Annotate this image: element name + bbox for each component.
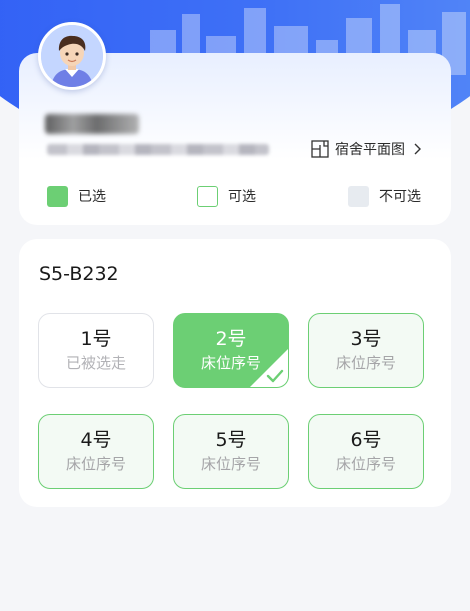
- bed-3[interactable]: 3号 床位序号: [308, 313, 424, 388]
- bed-number: 2号: [215, 328, 247, 350]
- bed-4[interactable]: 4号 床位序号: [38, 414, 154, 489]
- selected-check-icon: [250, 349, 288, 387]
- floorplan-icon: [311, 140, 329, 158]
- bed-number: 5号: [215, 429, 247, 451]
- legend-available-swatch: [197, 185, 218, 207]
- bed-6[interactable]: 6号 床位序号: [308, 414, 424, 489]
- legend-available: 可选: [197, 185, 256, 207]
- bed-2[interactable]: 2号 床位序号: [173, 313, 289, 388]
- bed-5[interactable]: 5号 床位序号: [173, 414, 289, 489]
- bed-1[interactable]: 1号 已被选走: [38, 313, 154, 388]
- legend-available-label: 可选: [228, 189, 256, 205]
- bed-number: 4号: [80, 429, 112, 451]
- room-title: S5-B232: [39, 263, 119, 285]
- legend-unavailable-swatch: [348, 185, 369, 207]
- legend-unavailable-label: 不可选: [379, 189, 421, 205]
- bed-number: 6号: [350, 429, 382, 451]
- legend-selected-label: 已选: [78, 189, 106, 205]
- bed-number: 1号: [80, 328, 112, 350]
- floorplan-link-label: 宿舍平面图: [335, 142, 405, 158]
- dorm-floorplan-link[interactable]: 宿舍平面图: [311, 139, 421, 159]
- legend-unavailable: 不可选: [348, 185, 421, 207]
- bed-subtitle: 床位序号: [65, 455, 126, 473]
- bed-number: 3号: [350, 328, 382, 350]
- student-avatar-icon: [38, 22, 106, 90]
- student-info-redacted: [47, 144, 269, 155]
- bed-subtitle: 床位序号: [200, 455, 261, 473]
- bed-subtitle: 已被选走: [65, 354, 126, 372]
- student-name-redacted: [45, 114, 139, 134]
- chevron-right-icon: [414, 143, 421, 155]
- bed-subtitle: 床位序号: [335, 354, 396, 372]
- bed-subtitle: 床位序号: [335, 455, 396, 473]
- legend-selected: 已选: [47, 185, 106, 207]
- legend-selected-swatch: [47, 185, 68, 207]
